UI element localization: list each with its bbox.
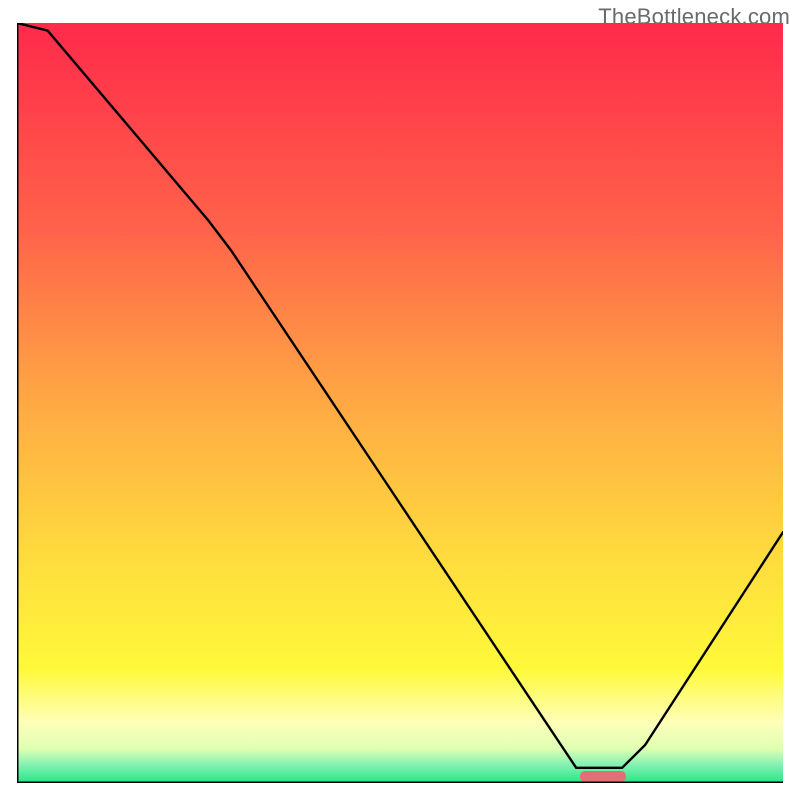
optimal-marker	[580, 771, 626, 782]
bottleneck-chart	[17, 23, 783, 783]
chart-container	[17, 23, 783, 783]
gradient-background	[17, 23, 783, 783]
